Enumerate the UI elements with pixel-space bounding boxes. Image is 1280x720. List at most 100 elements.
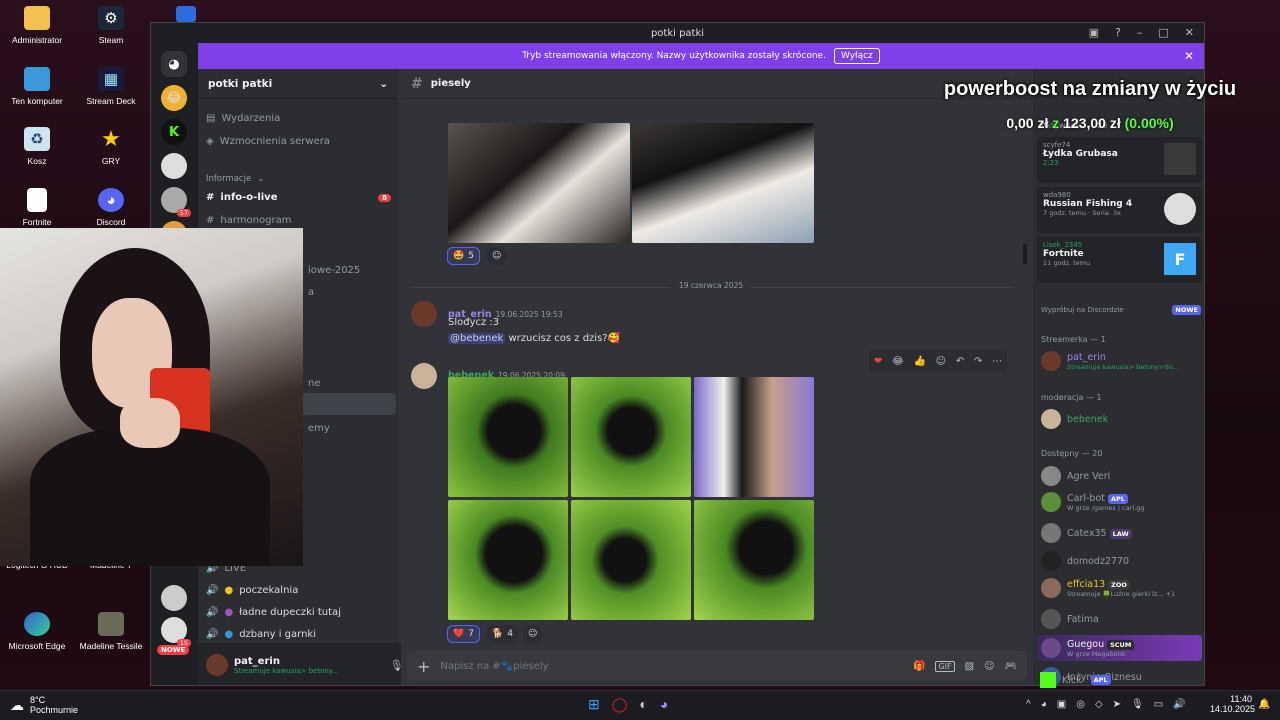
- more-options-icon[interactable]: ⋯: [992, 356, 1002, 367]
- weather-widget[interactable]: ☁ 8°C Pochmurnie: [10, 695, 78, 715]
- chevron-up-icon[interactable]: ^: [1026, 699, 1031, 710]
- server-icon-6[interactable]: [161, 585, 187, 611]
- avatar[interactable]: [411, 363, 437, 389]
- network-icon[interactable]: ▭: [1154, 699, 1163, 710]
- member-item[interactable]: Kick APL: [1040, 672, 1111, 688]
- scrollbar[interactable]: [1023, 244, 1027, 264]
- gif-icon[interactable]: GIF: [935, 660, 955, 672]
- gift-icon[interactable]: 🎁: [913, 661, 925, 672]
- close-banner-icon[interactable]: ✕: [1184, 49, 1194, 63]
- member-item[interactable]: domodz2770: [1041, 551, 1201, 571]
- voice-channel-poczekalnia[interactable]: 🔊 ● poczekalnia: [206, 585, 298, 596]
- volume-icon[interactable]: 🔊: [1173, 699, 1185, 710]
- channel-partial-3[interactable]: ne: [308, 378, 321, 389]
- desktop-icon-stream-deck[interactable]: ▦ Stream Deck: [74, 67, 148, 106]
- server-icon-3[interactable]: [161, 153, 187, 179]
- dog-photo[interactable]: [571, 500, 691, 620]
- dog-photo[interactable]: [632, 123, 814, 243]
- reply-icon[interactable]: ↶: [956, 356, 964, 367]
- desktop-icon-recycle-bin[interactable]: ♻ Kosz: [0, 127, 74, 166]
- voice-channel-dzbany[interactable]: 🔊 ● dzbany i garnki: [206, 629, 316, 640]
- server-icon-4[interactable]: 57: [161, 187, 191, 217]
- add-reaction-button[interactable]: ☺: [487, 247, 507, 265]
- desktop-icon-gry[interactable]: ★ GRY: [74, 126, 148, 166]
- activity-card[interactable]: Lisek_2345 Fortnite 11 godz. temu F: [1037, 237, 1202, 283]
- channel-partial-4[interactable]: emy: [308, 423, 330, 434]
- disable-streamer-mode-button[interactable]: Wyłącz: [833, 48, 880, 64]
- voice-channel-ladne[interactable]: 🔊 ● ładne dupeczki tutaj: [206, 607, 341, 618]
- tray-icon[interactable]: ◇: [1095, 699, 1103, 710]
- minimize-icon[interactable]: –: [1137, 26, 1143, 39]
- channel-partial-2[interactable]: a: [308, 287, 314, 298]
- start-menu-icon[interactable]: ⊞: [588, 696, 600, 713]
- desktop-icon-edge[interactable]: Microsoft Edge: [0, 612, 74, 651]
- events-link[interactable]: ▤ Wydarzenia: [206, 113, 280, 124]
- server-icon-kick[interactable]: K: [161, 119, 187, 145]
- activity-card[interactable]: scyfe74 Łydka Grubasa 2:23: [1037, 137, 1202, 183]
- reaction-dog[interactable]: 🐕 4: [487, 625, 518, 643]
- channel-partial-1[interactable]: iowe-2025: [308, 265, 360, 276]
- discord-home-icon[interactable]: ◕: [161, 51, 187, 77]
- heart-icon[interactable]: ❤: [874, 356, 882, 367]
- dog-photo[interactable]: [694, 500, 814, 620]
- help-icon[interactable]: ?: [1115, 26, 1121, 39]
- member-item[interactable]: pat_erin Streamuje kawusia> betony>tło...: [1041, 351, 1201, 371]
- desktop-app-icon[interactable]: [176, 6, 196, 22]
- selfie-photo[interactable]: [694, 377, 814, 497]
- desktop-icon-this-pc[interactable]: Ten komputer: [0, 67, 74, 106]
- add-reaction-button[interactable]: ☺: [523, 625, 543, 643]
- discord-tray-icon[interactable]: ◕: [1041, 699, 1047, 710]
- channel-harmonogram[interactable]: # harmonogram: [206, 215, 291, 226]
- clock[interactable]: 11:40 14.10.2025: [1210, 694, 1255, 714]
- category-informacje[interactable]: Informacje ⌄: [206, 174, 264, 184]
- member-item-highlighted[interactable]: Guegou SCUM W grze Megabonk: [1037, 635, 1202, 661]
- reaction-heart[interactable]: ❤️ 7: [447, 625, 480, 643]
- add-reaction-icon[interactable]: ☺: [936, 356, 946, 367]
- app-icon[interactable]: ◐: [639, 696, 647, 713]
- desktop-icon-madeline-tessile[interactable]: Madeline Tessile: [74, 612, 148, 651]
- tray-icon[interactable]: ◎: [1076, 699, 1085, 710]
- desktop-icon-administrator[interactable]: Administrator: [0, 6, 74, 45]
- microphone-icon[interactable]: 🎙: [1131, 699, 1144, 710]
- gamepad-icon[interactable]: 🎮: [1005, 661, 1017, 672]
- message-composer[interactable]: + Napisz na #🐾piesely 🎁 GIF ▧ ☺ 🎮: [407, 651, 1027, 681]
- desktop-icon-fortnite[interactable]: Fortnite: [0, 188, 74, 227]
- avatar[interactable]: [206, 654, 228, 676]
- desktop-icon-steam[interactable]: ⚙ Steam: [74, 6, 148, 45]
- dog-photo[interactable]: [448, 500, 568, 620]
- sticker-icon[interactable]: ▧: [965, 661, 974, 672]
- laugh-emoji-icon[interactable]: 😂: [892, 356, 904, 367]
- thumbs-up-icon[interactable]: 👍: [913, 356, 925, 367]
- reaction-starstruck[interactable]: 🤩 5: [447, 247, 480, 265]
- member-item[interactable]: Agre Veri: [1041, 466, 1201, 486]
- channel-info-o-live[interactable]: # info-o-live 8: [206, 192, 391, 203]
- opera-icon[interactable]: ◯: [612, 696, 628, 713]
- avatar[interactable]: [411, 301, 437, 327]
- activity-card[interactable]: wda980 Russian Fishing 4 7 godz. temu · …: [1037, 187, 1202, 233]
- server-boosts-link[interactable]: ◈ Wzmocnienia serwera: [206, 136, 330, 147]
- server-icon-emoji[interactable]: 😂: [161, 85, 187, 111]
- user-mention[interactable]: @bebenek: [448, 333, 506, 344]
- notifications-icon[interactable]: 🔔: [1258, 699, 1270, 710]
- desktop-icon-discord[interactable]: ◕ Discord: [74, 188, 148, 227]
- try-on-discord[interactable]: Wypróbuj na Discordzie NOWE: [1041, 305, 1201, 315]
- inbox-icon[interactable]: ▣: [1089, 26, 1099, 39]
- server-header[interactable]: potki patki ⌄: [198, 69, 398, 99]
- dog-photo[interactable]: [571, 377, 691, 497]
- close-icon[interactable]: ✕: [1185, 26, 1194, 39]
- maximize-icon[interactable]: □: [1158, 26, 1168, 39]
- message-input[interactable]: Napisz na #🐾piesely: [440, 661, 903, 672]
- discord-taskbar-icon[interactable]: ◕: [660, 696, 668, 713]
- emoji-icon[interactable]: ☺: [984, 661, 994, 672]
- plus-icon[interactable]: +: [417, 657, 430, 676]
- tray-icon[interactable]: ▣: [1057, 699, 1066, 710]
- member-item[interactable]: Fatima: [1041, 609, 1201, 629]
- forward-icon[interactable]: ↷: [974, 356, 982, 367]
- member-item[interactable]: effcia13 ZOO Streamuje 🍀Luźne gierki lz...…: [1041, 578, 1201, 598]
- tray-icon[interactable]: ➤: [1113, 699, 1121, 710]
- member-item[interactable]: Catex35 LAW: [1041, 523, 1201, 543]
- server-icon-7[interactable]: 15: [161, 617, 191, 647]
- selected-channel[interactable]: [302, 393, 396, 415]
- member-item[interactable]: Carl-bot APL W grze /games | carl.gg: [1041, 492, 1201, 512]
- dog-photo[interactable]: [448, 377, 568, 497]
